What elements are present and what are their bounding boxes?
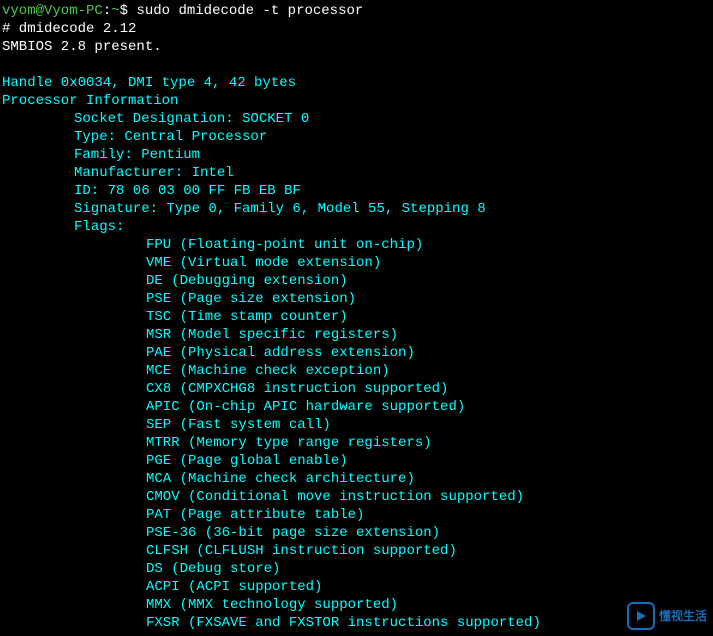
prompt-path: ~	[111, 3, 119, 19]
prompt-dollar: $	[120, 3, 128, 19]
flag-line: MCE (Machine check exception)	[2, 362, 711, 380]
prompt-sep: :	[103, 3, 111, 19]
terminal-output: vyom@Vyom-PC:~$ sudo dmidecode -t proces…	[2, 2, 711, 632]
flag-line: PAT (Page attribute table)	[2, 506, 711, 524]
field-line: Family: Pentium	[2, 146, 711, 164]
output-line: # dmidecode 2.12	[2, 20, 711, 38]
command: sudo dmidecode -t processor	[136, 3, 363, 19]
flag-line: ACPI (ACPI supported)	[2, 578, 711, 596]
flag-line: VME (Virtual mode extension)	[2, 254, 711, 272]
flag-line: DE (Debugging extension)	[2, 272, 711, 290]
field-line: Manufacturer: Intel	[2, 164, 711, 182]
field-line: Socket Designation: SOCKET 0	[2, 110, 711, 128]
flag-line: PSE (Page size extension)	[2, 290, 711, 308]
flag-line: PSE-36 (36-bit page size extension)	[2, 524, 711, 542]
flag-line: CLFSH (CLFLUSH instruction supported)	[2, 542, 711, 560]
flag-line: MTRR (Memory type range registers)	[2, 434, 711, 452]
flag-line: DS (Debug store)	[2, 560, 711, 578]
flag-line: PAE (Physical address extension)	[2, 344, 711, 362]
flag-line: CMOV (Conditional move instruction suppo…	[2, 488, 711, 506]
flag-line: SEP (Fast system call)	[2, 416, 711, 434]
field-line: Signature: Type 0, Family 6, Model 55, S…	[2, 200, 711, 218]
flag-line: FPU (Floating-point unit on-chip)	[2, 236, 711, 254]
flag-line: MCA (Machine check architecture)	[2, 470, 711, 488]
flag-line: FXSR (FXSAVE and FXSTOR instructions sup…	[2, 614, 711, 632]
flag-line: CX8 (CMPXCHG8 instruction supported)	[2, 380, 711, 398]
watermark: 懂视生活	[627, 602, 707, 630]
flag-line: PGE (Page global enable)	[2, 452, 711, 470]
flag-line: APIC (On-chip APIC hardware supported)	[2, 398, 711, 416]
play-icon	[627, 602, 655, 630]
field-line: Type: Central Processor	[2, 128, 711, 146]
flag-line: TSC (Time stamp counter)	[2, 308, 711, 326]
output-line: SMBIOS 2.8 present.	[2, 38, 711, 56]
watermark-text: 懂视生活	[659, 607, 707, 625]
prompt-line[interactable]: vyom@Vyom-PC:~$ sudo dmidecode -t proces…	[2, 2, 711, 20]
flag-line: MMX (MMX technology supported)	[2, 596, 711, 614]
prompt-user: vyom@Vyom-PC	[2, 3, 103, 19]
handle-line: Handle 0x0034, DMI type 4, 42 bytes	[2, 74, 711, 92]
flag-line: MSR (Model specific registers)	[2, 326, 711, 344]
field-line: Flags:	[2, 218, 711, 236]
processor-header: Processor Information	[2, 92, 711, 110]
field-line: ID: 78 06 03 00 FF FB EB BF	[2, 182, 711, 200]
blank-line	[2, 56, 711, 74]
